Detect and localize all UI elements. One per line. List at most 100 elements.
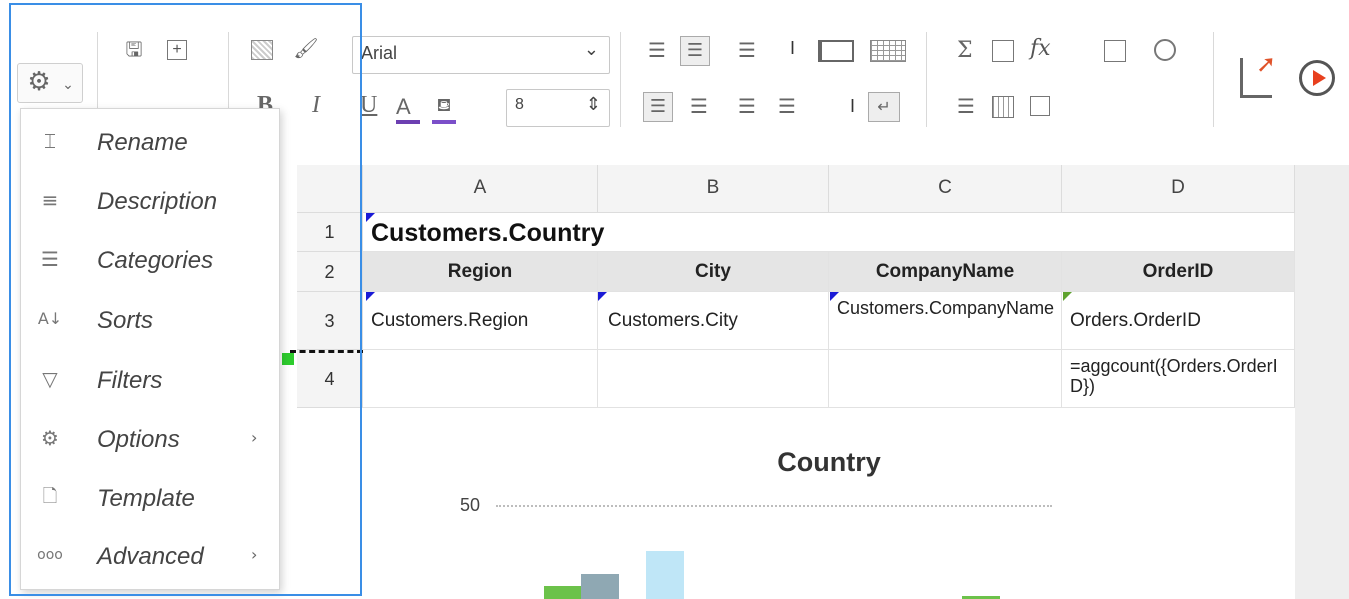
menu-item-categories[interactable]: ☰ Categories xyxy=(21,231,279,291)
row-header-3[interactable]: 3 xyxy=(297,292,363,350)
column-header-b[interactable]: B xyxy=(598,165,829,213)
rename-icon: ⌶ xyxy=(44,129,56,153)
separator-glyph: I xyxy=(790,38,796,58)
align-justify-icon[interactable]: ☰ xyxy=(774,94,800,118)
cell-d4[interactable]: =aggcount({Orders.OrderID}) xyxy=(1062,350,1295,408)
crosstab-icon[interactable] xyxy=(992,96,1014,118)
filter-icon: ▽ xyxy=(42,367,58,391)
chart-bar-1[interactable] xyxy=(544,586,582,599)
list-icon[interactable]: ☰ xyxy=(953,94,979,118)
row-header-4[interactable]: 4 xyxy=(297,350,363,408)
resize-handle[interactable] xyxy=(282,353,294,365)
fill-color-bar xyxy=(432,120,456,124)
cell-b3-marker xyxy=(598,292,607,301)
font-family-value: Arial xyxy=(361,43,398,63)
cell-c2[interactable]: CompanyName xyxy=(829,252,1062,292)
corner-header xyxy=(297,165,363,213)
font-size-value: 8 xyxy=(515,96,524,113)
chevron-down-icon: ⌄ xyxy=(583,39,599,60)
menu-item-advanced[interactable]: ooo Advanced › xyxy=(21,527,279,587)
font-family-select[interactable]: Arial ⌄ xyxy=(352,36,610,74)
menu-item-label: Filters xyxy=(97,367,163,394)
column-header-a[interactable]: A xyxy=(363,165,598,213)
cell-a4[interactable] xyxy=(363,350,598,408)
cell-d2[interactable]: OrderID xyxy=(1062,252,1295,292)
separator-glyph-2: I xyxy=(850,96,856,116)
menu-item-label: Description xyxy=(97,188,218,215)
align-bottom-icon[interactable]: ☰ xyxy=(734,38,760,62)
font-size-input[interactable]: 8 ⇕ xyxy=(506,89,610,127)
brush-icon[interactable]: 🖌 xyxy=(293,36,319,60)
menu-item-label: Rename xyxy=(97,129,188,156)
submenu-arrow-icon: › xyxy=(251,428,258,447)
fill-pattern-icon[interactable] xyxy=(251,40,273,60)
cell-b2[interactable]: City xyxy=(598,252,829,292)
menu-item-rename[interactable]: ⌶ Rename xyxy=(21,113,279,173)
menu-item-description[interactable]: ≡ Description xyxy=(21,172,279,232)
gauge-icon[interactable] xyxy=(1154,39,1176,61)
sort-az-icon: A↓ xyxy=(37,309,63,328)
menu-item-label: Template xyxy=(97,485,195,512)
cell-a2[interactable]: Region xyxy=(363,252,598,292)
font-color-glyph: A xyxy=(396,94,411,119)
menu-item-label: Advanced xyxy=(97,543,204,570)
export-arrow-icon: ➚ xyxy=(1256,50,1277,78)
chart-gridline-50 xyxy=(496,505,1052,507)
image-icon[interactable] xyxy=(992,40,1014,62)
page-break-line[interactable] xyxy=(290,350,363,353)
submenu-arrow-icon: › xyxy=(251,545,258,564)
menu-item-template[interactable]: 🗋 Template xyxy=(21,469,279,529)
borders-icon[interactable] xyxy=(818,40,854,62)
row-header-1[interactable]: 1 xyxy=(297,213,363,252)
italic-button[interactable]: I xyxy=(312,92,320,119)
template-icon: 🗋 xyxy=(42,486,58,507)
menu-item-filters[interactable]: ▽ Filters xyxy=(21,351,279,411)
subreport-icon[interactable] xyxy=(1030,96,1050,116)
underline-button[interactable]: U xyxy=(360,92,377,119)
menu-item-sorts[interactable]: A↓ Sorts xyxy=(21,291,279,351)
options-gear-icon: ⚙ xyxy=(41,426,59,450)
cell-b4[interactable] xyxy=(598,350,829,408)
chart-title: Country xyxy=(777,447,881,477)
row-header-2[interactable]: 2 xyxy=(297,252,363,292)
chart-icon[interactable] xyxy=(1104,40,1126,62)
spinner-icon[interactable]: ⇕ xyxy=(586,94,601,115)
column-header-c[interactable]: C xyxy=(829,165,1062,213)
chart-bar-3[interactable] xyxy=(646,551,684,599)
function-icon[interactable]: fx xyxy=(1030,36,1051,61)
settings-gear-dropdown[interactable]: ⚙ ⌄ xyxy=(17,63,83,103)
sum-icon[interactable]: Σ xyxy=(957,38,973,63)
cell-a3[interactable]: Customers.Region xyxy=(363,292,598,350)
cell-a3-marker xyxy=(366,292,375,301)
align-left-icon[interactable]: ☰ xyxy=(643,92,673,122)
align-middle-icon[interactable]: ☰ xyxy=(680,36,710,66)
save-icon[interactable]: 🖫 xyxy=(121,37,147,61)
wrap-text-icon[interactable]: ↵ xyxy=(868,92,900,122)
menu-item-label: Categories xyxy=(97,247,214,274)
fill-color-button[interactable]: ⛾ xyxy=(432,94,458,124)
cell-c3-marker xyxy=(830,292,839,301)
align-center-icon[interactable]: ☰ xyxy=(686,94,712,118)
align-top-icon[interactable]: ☰ xyxy=(644,38,670,62)
cell-b3[interactable]: Customers.City xyxy=(598,292,829,350)
chart-y-tick-50: 50 xyxy=(459,495,480,515)
run-icon[interactable] xyxy=(1299,60,1335,96)
chart-bar-2[interactable] xyxy=(581,574,619,599)
paint-bucket-icon: ⛾ xyxy=(436,95,452,116)
add-icon[interactable]: + xyxy=(167,40,187,60)
cell-a1[interactable]: Customers.Country xyxy=(363,213,1295,252)
menu-item-label: Options xyxy=(97,426,180,453)
align-right-icon[interactable]: ☰ xyxy=(734,94,760,118)
grid-table-icon[interactable] xyxy=(870,40,906,62)
menu-item-options[interactable]: ⚙ Options › xyxy=(21,410,279,470)
column-header-d[interactable]: D xyxy=(1062,165,1295,213)
grid-right-margin xyxy=(1295,165,1349,599)
description-icon: ≡ xyxy=(41,188,59,212)
font-color-button[interactable]: A xyxy=(396,94,422,124)
play-icon xyxy=(1313,70,1326,86)
cell-d3[interactable]: Orders.OrderID xyxy=(1062,292,1295,350)
gear-icon: ⚙ xyxy=(27,67,51,97)
settings-menu: ⌶ Rename ≡ Description ☰ Categories A↓ S… xyxy=(20,108,280,590)
cell-c4[interactable] xyxy=(829,350,1062,408)
cell-c3[interactable]: Customers.CompanyName xyxy=(829,292,1062,350)
